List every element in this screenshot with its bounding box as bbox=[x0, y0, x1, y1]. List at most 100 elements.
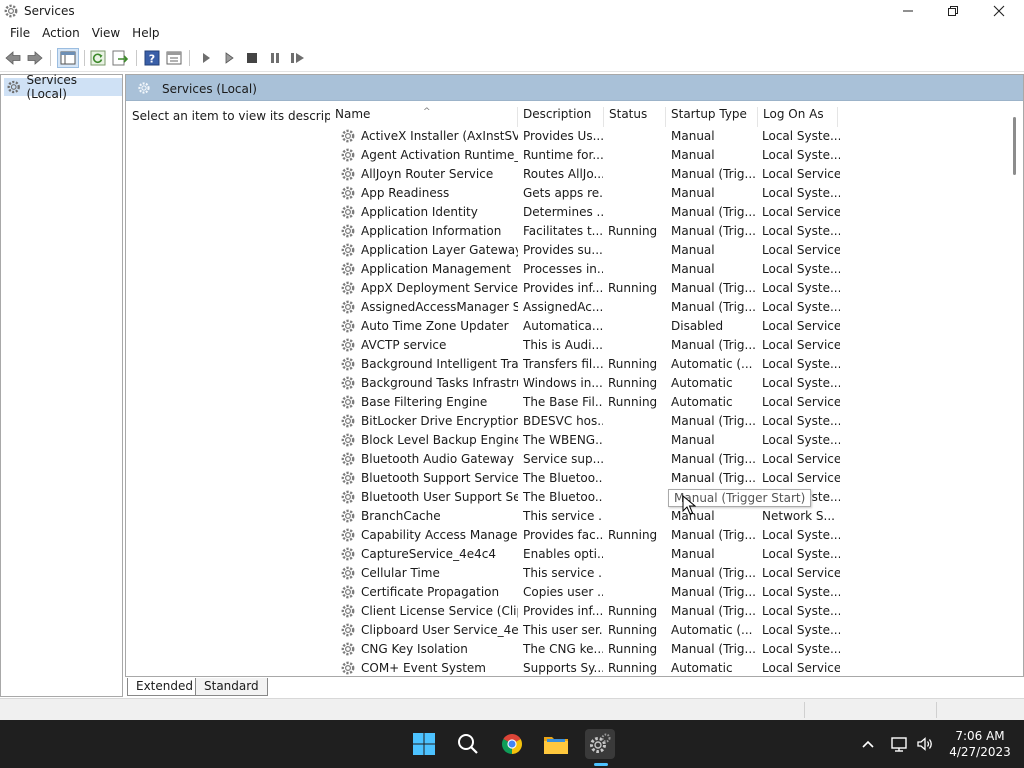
service-row[interactable]: Agent Activation Runtime_... Runtime for.… bbox=[330, 146, 1010, 165]
service-startup-type: Manual (Trig... bbox=[671, 566, 756, 580]
start-service-params-button[interactable] bbox=[219, 48, 239, 68]
service-log-on-as: Local Service bbox=[762, 338, 840, 352]
service-row[interactable]: COM+ Event System Supports Sy... Running Au… bbox=[330, 659, 1010, 676]
refresh-button[interactable] bbox=[88, 48, 108, 68]
service-gear-icon bbox=[341, 186, 355, 200]
service-row[interactable]: Capability Access Manager ... Provides fa… bbox=[330, 526, 1010, 545]
maximize-button[interactable] bbox=[930, 0, 976, 22]
service-row[interactable]: Application Information Facilitates t... R… bbox=[330, 222, 1010, 241]
service-row[interactable]: Bluetooth Support Service The Bluetoo... M… bbox=[330, 469, 1010, 488]
pause-service-button[interactable] bbox=[265, 48, 285, 68]
service-row[interactable]: AssignedAccessManager Se... AssignedAc...… bbox=[330, 298, 1010, 317]
service-row[interactable]: Background Tasks Infrastruc... Windows in… bbox=[330, 374, 1010, 393]
service-gear-icon bbox=[341, 319, 355, 333]
export-list-button[interactable] bbox=[110, 48, 130, 68]
service-startup-type: Automatic (... bbox=[671, 623, 753, 637]
tab-extended[interactable]: Extended bbox=[127, 678, 202, 696]
service-startup-type: Manual (Trig... bbox=[671, 205, 756, 219]
minimize-button[interactable] bbox=[885, 0, 931, 22]
service-row[interactable]: ActiveX Installer (AxInstSV) Provides Us.… bbox=[330, 127, 1010, 146]
service-gear-icon bbox=[341, 528, 355, 542]
service-row[interactable]: CaptureService_4e4c4 Enables opti... Manua… bbox=[330, 545, 1010, 564]
column-header-log-on-as[interactable]: Log On As bbox=[758, 107, 838, 127]
back-button[interactable] bbox=[3, 48, 23, 68]
service-row[interactable]: Block Level Backup Engine ... The WBENG..… bbox=[330, 431, 1010, 450]
service-row[interactable]: CNG Key Isolation The CNG ke... Running Man… bbox=[330, 640, 1010, 659]
chrome-taskbar-button[interactable] bbox=[497, 729, 527, 759]
service-name: Cellular Time bbox=[361, 566, 440, 580]
service-row[interactable]: Cellular Time This service ... Manual (Tri… bbox=[330, 564, 1010, 583]
service-row[interactable]: AVCTP service This is Audi... Manual (Trig… bbox=[330, 336, 1010, 355]
services-gear-icon bbox=[590, 733, 611, 753]
volume-icon bbox=[917, 737, 932, 751]
properties-button[interactable] bbox=[164, 48, 184, 68]
service-row[interactable]: BranchCache This service ... Manual Network… bbox=[330, 507, 1010, 526]
help-button[interactable]: ? bbox=[142, 48, 162, 68]
restart-service-button[interactable] bbox=[288, 48, 308, 68]
start-button[interactable] bbox=[409, 729, 439, 759]
column-header-startup-type[interactable]: Startup Type bbox=[666, 107, 758, 127]
service-row[interactable]: Client License Service (ClipS... Provides… bbox=[330, 602, 1010, 621]
service-name: Base Filtering Engine bbox=[361, 395, 488, 409]
service-row[interactable]: Certificate Propagation Copies user ... Ma… bbox=[330, 583, 1010, 602]
service-row[interactable]: Clipboard User Service_4e4c4 This user se… bbox=[330, 621, 1010, 640]
show-hide-console-tree-button[interactable] bbox=[57, 48, 79, 68]
service-description: Enables opti... bbox=[523, 547, 603, 561]
service-status: Running bbox=[608, 604, 658, 618]
service-description: The WBENG... bbox=[523, 433, 603, 447]
play-outline-icon bbox=[225, 52, 234, 64]
status-bar bbox=[0, 698, 1024, 720]
show-hidden-icons-button[interactable] bbox=[859, 735, 877, 753]
menu-view[interactable]: View bbox=[86, 22, 126, 44]
service-status: Running bbox=[608, 642, 658, 656]
network-tray-button[interactable] bbox=[891, 735, 909, 753]
close-button[interactable] bbox=[976, 0, 1022, 22]
service-row[interactable]: AllJoyn Router Service Routes AllJo... Man… bbox=[330, 165, 1010, 184]
service-startup-type: Manual (Trig... bbox=[671, 414, 756, 428]
status-bar-separator bbox=[936, 702, 937, 718]
sort-ascending-icon: ^ bbox=[423, 107, 431, 117]
menu-file[interactable]: File bbox=[4, 22, 36, 44]
service-row[interactable]: BitLocker Drive Encryption ... BDESVC hos… bbox=[330, 412, 1010, 431]
scrollbar-thumb[interactable] bbox=[1013, 117, 1016, 175]
column-header-status[interactable]: Status bbox=[604, 107, 666, 127]
file-explorer-taskbar-button[interactable] bbox=[541, 729, 571, 759]
tree-item-services-local[interactable]: Services (Local) bbox=[4, 73, 122, 101]
forward-button[interactable] bbox=[25, 48, 45, 68]
service-row[interactable]: Application Management Processes in... Man… bbox=[330, 260, 1010, 279]
search-button[interactable] bbox=[453, 729, 483, 759]
service-description: Automatica... bbox=[523, 319, 603, 333]
service-gear-icon bbox=[341, 243, 355, 257]
service-row[interactable]: AppX Deployment Service (... Provides inf… bbox=[330, 279, 1010, 298]
menu-action[interactable]: Action bbox=[36, 22, 86, 44]
service-description: Transfers fil... bbox=[523, 357, 603, 371]
volume-tray-button[interactable] bbox=[916, 735, 934, 753]
service-log-on-as: Local Syste... bbox=[762, 585, 840, 599]
column-header-name[interactable]: Name ^ bbox=[330, 107, 518, 127]
vertical-scrollbar[interactable] bbox=[1009, 101, 1019, 661]
start-service-button[interactable] bbox=[196, 48, 216, 68]
service-gear-icon bbox=[341, 661, 355, 675]
service-row[interactable]: Base Filtering Engine The Base Fil... Runn… bbox=[330, 393, 1010, 412]
column-header-label: Status bbox=[609, 107, 648, 121]
service-description: This service ... bbox=[523, 509, 603, 523]
service-log-on-as: Local Syste... bbox=[762, 262, 840, 276]
service-row[interactable]: Auto Time Zone Updater Automatica... Disab… bbox=[330, 317, 1010, 336]
stop-service-button[interactable] bbox=[242, 48, 262, 68]
service-gear-icon bbox=[341, 642, 355, 656]
taskbar-clock[interactable]: 7:06 AM 4/27/2023 bbox=[945, 728, 1015, 760]
service-row[interactable]: Bluetooth Audio Gateway S... Service sup.… bbox=[330, 450, 1010, 469]
service-name: AssignedAccessManager Se... bbox=[361, 300, 518, 314]
column-header-description[interactable]: Description bbox=[518, 107, 604, 127]
services-taskbar-button[interactable] bbox=[585, 729, 615, 759]
service-name: ActiveX Installer (AxInstSV) bbox=[361, 129, 518, 143]
service-row[interactable]: Background Intelligent Tran... Transfers … bbox=[330, 355, 1010, 374]
service-row[interactable]: Application Identity Determines ... Manual… bbox=[330, 203, 1010, 222]
tab-standard[interactable]: Standard bbox=[195, 678, 268, 696]
menu-help[interactable]: Help bbox=[126, 22, 165, 44]
service-log-on-as: Local Service bbox=[762, 566, 840, 580]
service-log-on-as: Local Syste... bbox=[762, 224, 840, 238]
service-row[interactable]: Application Layer Gateway ... Provides su… bbox=[330, 241, 1010, 260]
service-row[interactable]: App Readiness Gets apps re... Manual Local … bbox=[330, 184, 1010, 203]
service-status: Running bbox=[608, 623, 658, 637]
